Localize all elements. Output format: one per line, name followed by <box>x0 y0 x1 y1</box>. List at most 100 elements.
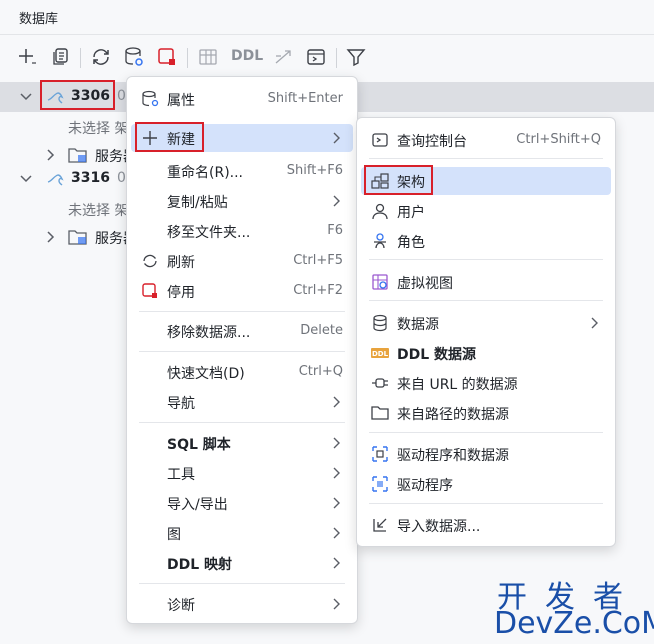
menu-item-label: 来自 URL 的数据源 <box>397 377 518 393</box>
add-icon[interactable] <box>16 46 38 68</box>
menu-item-label: SQL 脚本 <box>167 437 231 453</box>
chevron-down-icon[interactable] <box>19 172 33 186</box>
menu-separator <box>139 311 345 312</box>
menu-item-label: 导入/导出 <box>167 497 228 513</box>
menu-separator <box>139 422 345 423</box>
menu-item-label: 查询控制台 <box>397 134 467 150</box>
datasource-icon <box>371 314 389 332</box>
menu-item-navigate[interactable]: 导航 <box>131 388 353 416</box>
no-schema-text: 未选择 架 <box>68 121 129 137</box>
submenu-item-role[interactable]: 角色 <box>361 227 611 255</box>
deactivate-icon[interactable] <box>156 46 178 68</box>
menu-item-label: 工具 <box>167 467 195 483</box>
menu-item-deactivate[interactable]: 停用 Ctrl+F2 <box>131 277 353 305</box>
menu-item-label: 移至文件夹... <box>167 225 251 241</box>
menu-item-shortcut: Shift+F6 <box>286 163 343 178</box>
menu-separator <box>139 351 345 352</box>
menu-item-label: 角色 <box>397 235 425 251</box>
menu-item-properties[interactable]: 属性 Shift+Enter <box>131 85 353 113</box>
chevron-right-icon <box>333 598 340 610</box>
menu-separator <box>139 583 345 584</box>
menu-item-label: 停用 <box>167 285 195 301</box>
menu-separator <box>369 158 603 159</box>
menu-item-ddl-mapping[interactable]: DDL 映射 <box>131 549 353 577</box>
menu-item-label: 诊断 <box>167 598 195 614</box>
menu-item-label: DDL 映射 <box>167 557 233 573</box>
menu-item-label: 数据源 <box>397 317 439 333</box>
ddl-icon: DDL <box>371 344 389 362</box>
menu-item-label: DDL 数据源 <box>397 347 477 363</box>
menu-item-refresh[interactable]: 刷新 Ctrl+F5 <box>131 247 353 275</box>
chevron-right-icon <box>333 195 340 207</box>
menu-item-shortcut: Ctrl+Shift+Q <box>516 132 601 147</box>
menu-item-remove-datasource[interactable]: 移除数据源... Delete <box>131 317 353 345</box>
menu-item-label: 刷新 <box>167 255 195 271</box>
menu-item-label: 驱动程序和数据源 <box>397 448 509 464</box>
submenu-item-datasource[interactable]: 数据源 <box>361 309 611 337</box>
menu-item-move-to-folder[interactable]: 移至文件夹... F6 <box>131 217 353 245</box>
submenu-item-driver-and-datasource[interactable]: 驱动程序和数据源 <box>361 440 611 468</box>
menu-item-rename[interactable]: 重命名(R)... Shift+F6 <box>131 157 353 185</box>
menu-item-shortcut: Ctrl+Q <box>298 364 343 379</box>
menu-item-tools[interactable]: 工具 <box>131 459 353 487</box>
driver-icon <box>371 475 389 493</box>
chevron-right-icon <box>333 497 340 509</box>
menu-item-shortcut: Ctrl+F5 <box>293 253 343 268</box>
table-icon[interactable] <box>197 46 219 68</box>
deactivate-icon <box>141 282 159 300</box>
chevron-right-icon[interactable] <box>44 148 58 162</box>
menu-separator <box>369 503 603 504</box>
refresh-icon <box>141 252 159 270</box>
menu-item-label: 导入数据源... <box>397 519 481 535</box>
menu-item-diagnostics[interactable]: 诊断 <box>131 590 353 618</box>
menu-item-label: 重命名(R)... <box>167 165 244 181</box>
folder-icon <box>68 228 88 250</box>
annotation-box-schema <box>364 165 433 195</box>
url-plug-icon <box>371 374 389 392</box>
submenu-item-user[interactable]: 用户 <box>361 197 611 225</box>
chevron-down-icon[interactable] <box>19 90 33 104</box>
menu-item-label: 快速文档(D) <box>167 366 245 382</box>
menu-item-sql-scripts[interactable]: SQL 脚本 <box>131 429 353 457</box>
refresh-icon[interactable] <box>90 46 112 68</box>
toolbar-separator <box>336 48 337 68</box>
menu-item-quick-doc[interactable]: 快速文档(D) Ctrl+Q <box>131 358 353 386</box>
toolbar-separator <box>187 48 188 68</box>
menu-item-label: 用户 <box>397 205 425 221</box>
chevron-right-icon <box>333 557 340 569</box>
console-icon[interactable] <box>305 46 327 68</box>
chevron-right-icon <box>333 396 340 408</box>
ddl-button[interactable]: DDL <box>231 48 263 64</box>
copy-icon[interactable] <box>50 46 72 68</box>
submenu-item-ddl-datasource[interactable]: DDL DDL 数据源 <box>361 339 611 367</box>
chevron-right-icon <box>333 132 340 144</box>
menu-item-shortcut: Ctrl+F2 <box>293 283 343 298</box>
menu-item-import-export[interactable]: 导入/导出 <box>131 489 353 517</box>
chevron-right-icon[interactable] <box>44 230 58 244</box>
chevron-right-icon <box>333 527 340 539</box>
jump-arrows-icon[interactable] <box>272 46 294 68</box>
title-divider <box>0 34 654 35</box>
db-properties-icon <box>141 90 159 108</box>
submenu-item-driver[interactable]: 驱动程序 <box>361 470 611 498</box>
submenu-item-virtual-view[interactable]: 虚拟视图 <box>361 268 611 296</box>
watermark-en: DevZe.CoM <box>494 606 654 641</box>
user-icon <box>371 202 389 220</box>
menu-item-label: 复制/粘贴 <box>167 195 228 211</box>
submenu-item-url-datasource[interactable]: 来自 URL 的数据源 <box>361 369 611 397</box>
submenu-item-query-console[interactable]: 查询控制台 Ctrl+Shift+Q <box>361 126 611 154</box>
menu-item-diagrams[interactable]: 图 <box>131 519 353 547</box>
db-settings-icon[interactable] <box>123 46 145 68</box>
driver-datasource-icon <box>371 445 389 463</box>
submenu-item-import-datasources[interactable]: 导入数据源... <box>361 511 611 539</box>
filter-icon[interactable] <box>345 46 367 68</box>
panel-title: 数据库 <box>19 12 59 27</box>
menu-separator <box>369 259 603 260</box>
menu-item-label: 移除数据源... <box>167 325 251 341</box>
submenu-item-path-datasource[interactable]: 来自路径的数据源 <box>361 399 611 427</box>
svg-text:DDL: DDL <box>372 350 389 358</box>
chevron-right-icon <box>333 437 340 449</box>
menu-item-label: 属性 <box>167 93 195 109</box>
menu-item-copy-paste[interactable]: 复制/粘贴 <box>131 187 353 215</box>
annotation-box-3306 <box>40 80 115 110</box>
